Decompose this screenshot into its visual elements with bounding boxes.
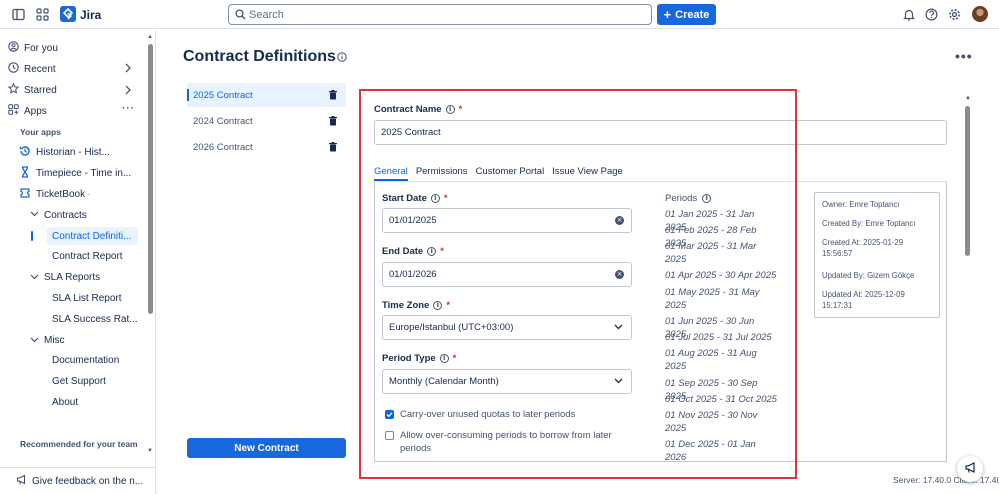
ticket-icon bbox=[18, 187, 32, 202]
sidebar-item-contract-report[interactable]: Contract Report bbox=[52, 247, 123, 265]
contract-name: 2025 Contract bbox=[193, 89, 253, 101]
selected-indicator bbox=[187, 89, 189, 101]
sidebar-item-sla-success-rate[interactable]: SLA Success Rat... bbox=[52, 310, 138, 328]
your-apps-heading: Your apps bbox=[20, 127, 61, 137]
sidebar-item-for-you[interactable]: For you bbox=[6, 39, 58, 57]
create-button[interactable]: + Create bbox=[657, 4, 716, 25]
page-title: Contract Definitions bbox=[183, 48, 336, 65]
info-icon[interactable] bbox=[337, 52, 347, 65]
sidebar-item-label: Starred bbox=[24, 84, 57, 96]
contract-name: 2026 Contract bbox=[193, 141, 253, 153]
search-input[interactable] bbox=[249, 7, 639, 22]
scroll-up-arrow-icon[interactable]: ▲ bbox=[965, 95, 971, 101]
history-icon bbox=[18, 145, 32, 160]
sidebar-item-label: SLA List Report bbox=[52, 292, 122, 304]
group-label: Misc bbox=[44, 334, 65, 346]
group-label: Contracts bbox=[44, 209, 87, 221]
sidebar-item-starred[interactable]: Starred bbox=[6, 81, 57, 99]
created-at-text: Created At: 2025-01-29 15:56:57 bbox=[822, 238, 904, 258]
sidebar-item-recent[interactable]: Recent bbox=[6, 60, 56, 78]
chevron-down-icon[interactable] bbox=[30, 273, 39, 284]
sidebar-app-historian[interactable]: Historian - Hist... bbox=[18, 143, 110, 161]
sidebar-item-label: Timepiece - Time in... bbox=[36, 167, 132, 179]
feedback-label: Give feedback on the n... bbox=[32, 475, 144, 487]
highlight-annotation-box bbox=[359, 89, 797, 479]
created-by-text: Created By: Emre Toptancı bbox=[822, 219, 916, 228]
sidebar-item-label: Apps bbox=[24, 105, 47, 117]
scroll-up-arrow-icon[interactable]: ▲ bbox=[147, 34, 153, 40]
chevron-right-icon[interactable] bbox=[124, 85, 132, 98]
sidebar-group-misc[interactable]: Misc bbox=[44, 331, 65, 349]
active-indicator bbox=[31, 231, 33, 241]
jira-logo-icon[interactable] bbox=[60, 6, 76, 22]
person-circle-icon bbox=[6, 41, 20, 55]
sidebar-item-label: SLA Success Rat... bbox=[52, 313, 138, 325]
sidebar: For you Recent Starred Apps ··· Your app… bbox=[0, 30, 156, 494]
help-icon[interactable] bbox=[925, 8, 938, 21]
star-icon bbox=[6, 82, 20, 97]
chevron-right-icon[interactable] bbox=[124, 63, 132, 76]
sidebar-app-timepiece[interactable]: Timepiece - Time in... bbox=[18, 164, 131, 182]
main-scrollbar-thumb[interactable] bbox=[965, 106, 970, 256]
new-contract-button[interactable]: New Contract bbox=[187, 438, 346, 458]
megaphone-icon bbox=[16, 474, 27, 488]
notifications-bell-icon[interactable] bbox=[902, 8, 915, 21]
updated-at-text: Updated At: 2025-12-09 15:17:31 bbox=[822, 290, 905, 310]
app-name[interactable]: Jira bbox=[80, 8, 101, 22]
contract-list-item[interactable]: 2024 Contract bbox=[187, 109, 346, 133]
sidebar-item-label: Contract Definiti... bbox=[52, 230, 132, 242]
sidebar-item-label: For you bbox=[24, 42, 58, 54]
sidebar-item-label: Documentation bbox=[52, 354, 120, 366]
sidebar-item-label: About bbox=[52, 396, 79, 408]
sidebar-item-label: TicketBook bbox=[36, 188, 86, 200]
contract-name: 2024 Contract bbox=[193, 115, 253, 127]
trash-icon[interactable] bbox=[329, 116, 337, 129]
owner-text: Owner: Emre Toptancı bbox=[822, 200, 900, 209]
app-switcher-icon[interactable] bbox=[36, 8, 49, 21]
sidebar-scrollbar-thumb[interactable] bbox=[148, 44, 153, 314]
sidebar-item-sla-list-report[interactable]: SLA List Report bbox=[52, 289, 121, 307]
server-version-text: Server: 17.40.0 Client: 17.40.0 bbox=[893, 475, 999, 485]
sidebar-item-get-support[interactable]: Get Support bbox=[52, 372, 106, 390]
scroll-down-arrow-icon[interactable]: ▼ bbox=[147, 448, 153, 454]
trash-icon[interactable] bbox=[329, 142, 337, 155]
sidebar-item-apps[interactable]: Apps bbox=[6, 102, 47, 120]
settings-gear-icon[interactable] bbox=[948, 8, 961, 21]
sidebar-item-label: Contract Report bbox=[52, 250, 123, 262]
top-navigation-bar: Jira + Create bbox=[0, 0, 999, 29]
sidebar-toggle-icon[interactable] bbox=[12, 8, 25, 21]
create-button-label: Create bbox=[675, 8, 710, 21]
sidebar-item-label: Recent bbox=[24, 63, 56, 75]
chevron-down-icon[interactable] bbox=[30, 336, 39, 347]
recommended-heading: Recommended for your team bbox=[20, 439, 138, 449]
sidebar-app-ticketbook[interactable]: TicketBook · bbox=[18, 185, 90, 203]
updated-by-text: Updated By: Gizem Gökçe bbox=[822, 271, 915, 280]
hourglass-icon bbox=[18, 165, 32, 181]
sidebar-group-sla-reports[interactable]: SLA Reports bbox=[44, 268, 100, 286]
trash-icon[interactable] bbox=[329, 90, 337, 103]
sidebar-item-documentation[interactable]: Documentation bbox=[52, 351, 119, 369]
apps-icon bbox=[6, 104, 20, 118]
sidebar-item-contract-definitions[interactable]: Contract Definiti... bbox=[47, 227, 138, 245]
search-icon bbox=[235, 9, 246, 23]
feedback-fab-button[interactable] bbox=[957, 456, 983, 482]
user-avatar[interactable] bbox=[972, 6, 988, 22]
sidebar-item-label: Get Support bbox=[52, 375, 106, 387]
chevron-down-icon[interactable] bbox=[30, 210, 39, 221]
search-bar[interactable] bbox=[228, 4, 652, 25]
more-actions-icon[interactable]: ••• bbox=[955, 48, 973, 64]
sidebar-item-about[interactable]: About bbox=[52, 393, 78, 411]
sidebar-item-label: Historian - Hist... bbox=[36, 146, 110, 158]
more-options-icon[interactable]: ··· bbox=[122, 103, 135, 114]
give-feedback-button[interactable]: Give feedback on the n... bbox=[0, 467, 155, 494]
plus-icon: + bbox=[663, 6, 672, 22]
contract-list-item[interactable]: 2026 Contract bbox=[187, 135, 346, 159]
contract-list-item[interactable]: 2025 Contract bbox=[187, 83, 346, 107]
ticketbook-dot: · bbox=[87, 188, 91, 200]
clock-icon bbox=[6, 62, 20, 76]
group-label: SLA Reports bbox=[44, 271, 101, 283]
sidebar-group-contracts[interactable]: Contracts bbox=[44, 206, 87, 224]
megaphone-icon bbox=[964, 461, 977, 477]
